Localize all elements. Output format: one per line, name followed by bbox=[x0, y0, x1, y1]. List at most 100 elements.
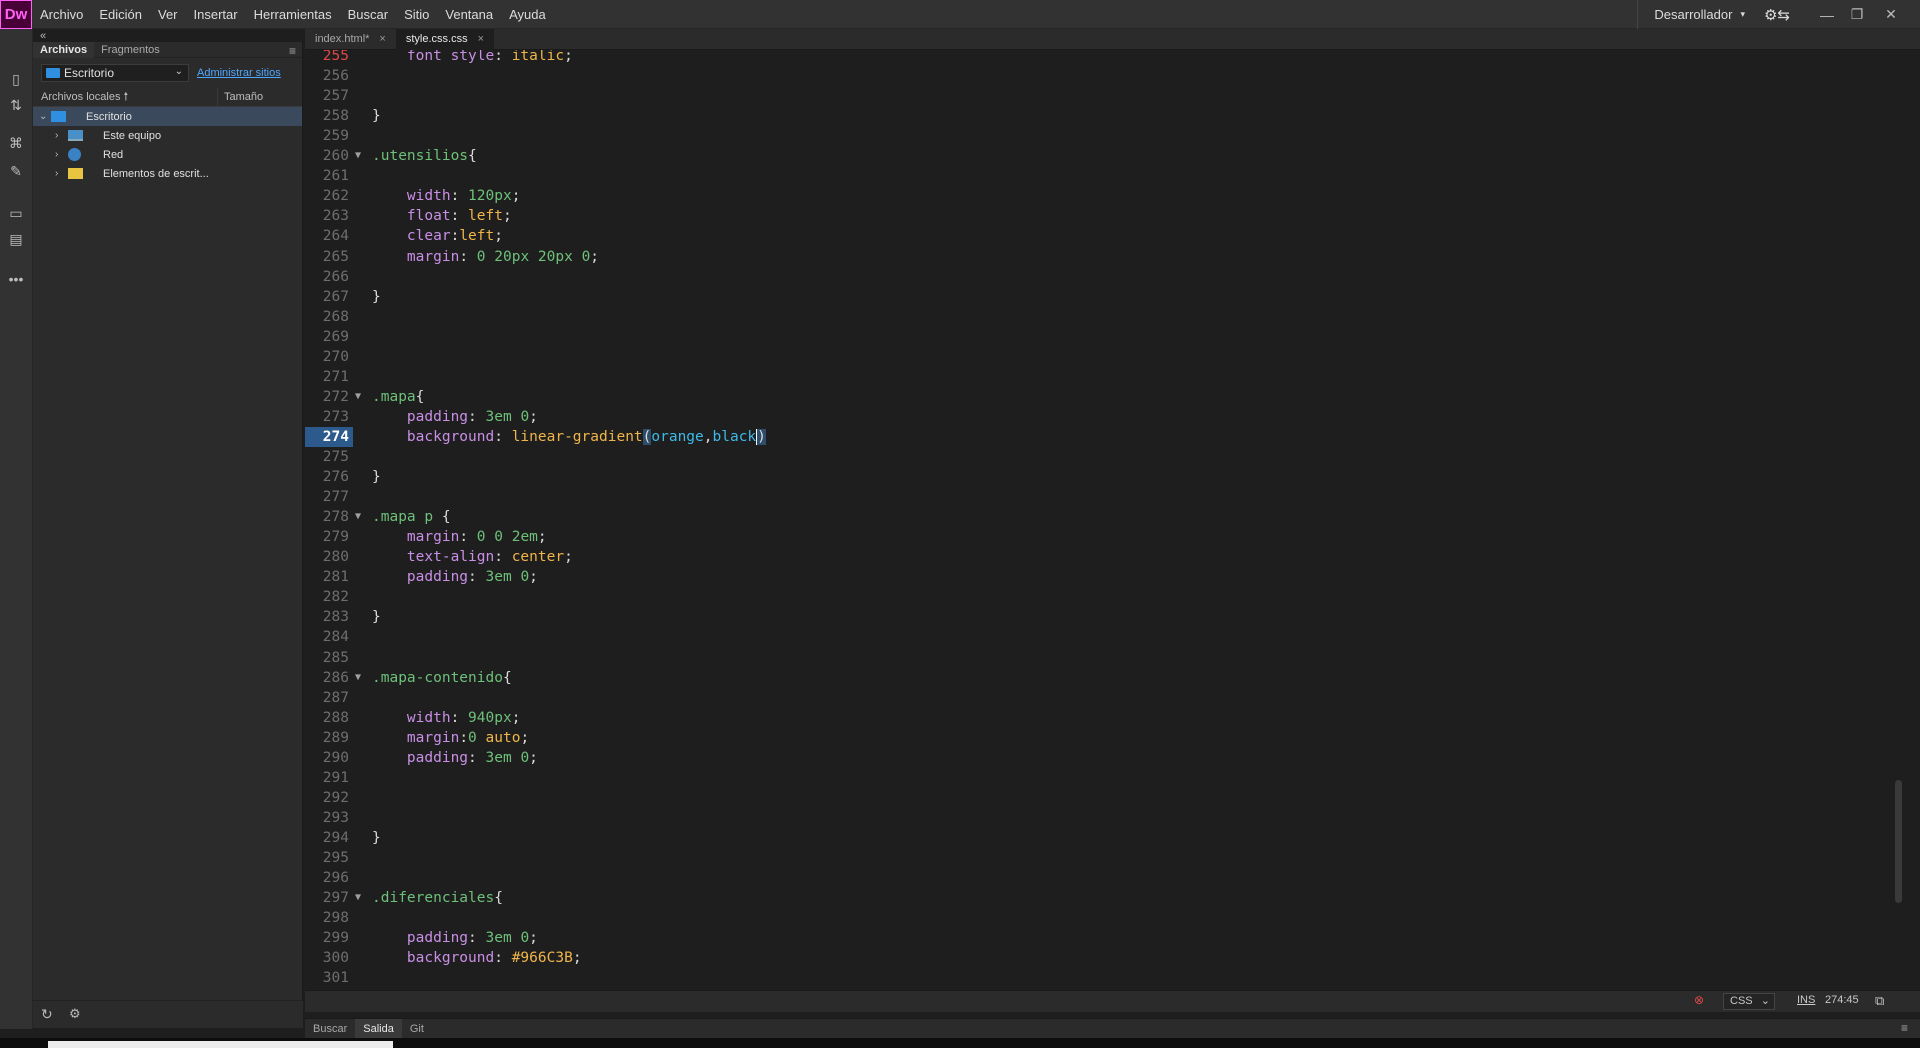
preview-icon[interactable]: ⧉ bbox=[1875, 993, 1884, 1009]
fold-toggle-icon[interactable]: ▼ bbox=[355, 507, 361, 527]
code-line[interactable]: 288 width: 940px; bbox=[305, 708, 1905, 728]
code-line[interactable]: 263 float: left; bbox=[305, 206, 1905, 226]
menu-archivo[interactable]: Archivo bbox=[32, 0, 91, 29]
code-line[interactable]: 290 padding: 3em 0; bbox=[305, 748, 1905, 768]
panel-menu-icon[interactable]: ≡ bbox=[1901, 1021, 1908, 1035]
code-line[interactable]: 293 bbox=[305, 808, 1905, 828]
close-icon[interactable]: ✕ bbox=[1876, 0, 1906, 29]
close-icon[interactable]: × bbox=[478, 29, 484, 50]
more-icon[interactable]: ••• bbox=[6, 269, 26, 289]
collapse-panel-icon[interactable]: « bbox=[40, 30, 46, 42]
language-select[interactable]: CSS ⌄ bbox=[1723, 993, 1775, 1010]
css-designer-icon[interactable]: ✎ bbox=[6, 161, 26, 181]
comments-icon[interactable]: ▭ bbox=[6, 203, 26, 223]
code-line[interactable]: 283} bbox=[305, 607, 1905, 627]
fold-toggle-icon[interactable]: ▼ bbox=[355, 888, 361, 908]
code-line[interactable]: 256 bbox=[305, 66, 1905, 86]
code-line[interactable]: 292 bbox=[305, 788, 1905, 808]
code-line[interactable]: 262 width: 120px; bbox=[305, 186, 1905, 206]
code-line[interactable]: 294} bbox=[305, 828, 1905, 848]
code-line[interactable]: 291 bbox=[305, 768, 1905, 788]
code-line[interactable]: 280 text-align: center; bbox=[305, 547, 1905, 567]
restore-icon[interactable]: ❐ bbox=[1842, 0, 1872, 29]
code-line[interactable]: 258} bbox=[305, 106, 1905, 126]
error-icon[interactable]: ⊗ bbox=[1694, 993, 1704, 1007]
menu-buscar[interactable]: Buscar bbox=[340, 0, 396, 29]
code-line[interactable]: 282 bbox=[305, 587, 1905, 607]
tree-item-este-equipo[interactable]: › Este equipo bbox=[33, 126, 302, 145]
tab-buscar[interactable]: Buscar bbox=[305, 1019, 355, 1039]
fold-toggle-icon[interactable]: ▼ bbox=[355, 146, 361, 166]
connect-icon[interactable]: ⚙ bbox=[69, 1006, 81, 1022]
insert-mode[interactable]: INS bbox=[1797, 994, 1815, 1006]
code-line[interactable]: 276} bbox=[305, 467, 1905, 487]
menu-ver[interactable]: Ver bbox=[150, 0, 186, 29]
properties-icon[interactable]: ▤ bbox=[6, 229, 26, 249]
code-line[interactable]: 269 bbox=[305, 327, 1905, 347]
menu-ventana[interactable]: Ventana bbox=[437, 0, 501, 29]
tree-item-elementos[interactable]: › Elementos de escrit... bbox=[33, 164, 302, 183]
code-line[interactable]: 273 padding: 3em 0; bbox=[305, 407, 1905, 427]
fold-toggle-icon[interactable]: ▼ bbox=[355, 668, 361, 688]
code-line[interactable]: 264 clear:left; bbox=[305, 226, 1905, 246]
code-line[interactable]: 284 bbox=[305, 627, 1905, 647]
code-line[interactable]: 261 bbox=[305, 166, 1905, 186]
code-line[interactable]: 299 padding: 3em 0; bbox=[305, 928, 1905, 948]
code-line[interactable]: 267} bbox=[305, 287, 1905, 307]
code-line[interactable]: 274 background: linear-gradient(orange,b… bbox=[305, 426, 1905, 447]
tab-fragmentos[interactable]: Fragmentos bbox=[94, 42, 167, 58]
code-line[interactable]: 289 margin:0 auto; bbox=[305, 728, 1905, 748]
tab-style-css[interactable]: style.css.css × bbox=[395, 29, 495, 50]
code-line[interactable]: 272 ▼ .mapa{ bbox=[305, 387, 1905, 407]
tab-archivos[interactable]: Archivos bbox=[33, 41, 95, 58]
menu-edicion[interactable]: Edición bbox=[91, 0, 150, 29]
menu-herramientas[interactable]: Herramientas bbox=[246, 0, 340, 29]
code-line[interactable]: 266 bbox=[305, 267, 1905, 287]
panel-menu-icon[interactable]: ≡ bbox=[289, 44, 296, 58]
code-line[interactable]: 277 bbox=[305, 487, 1905, 507]
tab-salida[interactable]: Salida bbox=[355, 1019, 402, 1039]
code-line[interactable]: 260 ▼ .utensilios{ bbox=[305, 146, 1905, 166]
dom-icon[interactable]: ⌘ bbox=[6, 133, 26, 153]
code-line[interactable]: 295 bbox=[305, 848, 1905, 868]
minimize-icon[interactable]: — bbox=[1812, 0, 1842, 29]
code-line[interactable]: 257 bbox=[305, 86, 1905, 106]
code-line[interactable]: 296 bbox=[305, 868, 1905, 888]
code-line[interactable]: 271 bbox=[305, 367, 1905, 387]
code-editor[interactable]: 255 font style: italic; 256 257 258} 259 260 ▼… bbox=[305, 50, 1905, 990]
close-icon[interactable]: × bbox=[379, 29, 385, 50]
menu-sitio[interactable]: Sitio bbox=[396, 0, 437, 29]
tab-git[interactable]: Git bbox=[402, 1019, 432, 1039]
workspace-switcher[interactable]: Desarrollador ▾ bbox=[1637, 0, 1745, 29]
code-line[interactable]: 275 bbox=[305, 447, 1905, 467]
menu-insertar[interactable]: Insertar bbox=[186, 0, 246, 29]
code-line[interactable]: 259 bbox=[305, 126, 1905, 146]
code-line[interactable]: 281 padding: 3em 0; bbox=[305, 567, 1905, 587]
code-line[interactable]: 278 ▼ .mapa p { bbox=[305, 507, 1905, 527]
manage-sites-link[interactable]: Administrar sitios bbox=[197, 67, 281, 79]
code-line[interactable]: 279 margin: 0 0 2em; bbox=[305, 527, 1905, 547]
fold-toggle-icon[interactable]: ▼ bbox=[355, 387, 361, 407]
tab-index-html[interactable]: index.html* × bbox=[305, 29, 396, 50]
code-line[interactable]: 300 background: #966C3B; bbox=[305, 948, 1905, 968]
code-line[interactable]: 286 ▼ .mapa-contenido{ bbox=[305, 668, 1905, 688]
refresh-icon[interactable]: ↻ bbox=[41, 1006, 53, 1023]
code-line[interactable]: 265 margin: 0 20px 20px 0; bbox=[305, 247, 1905, 267]
file-transfer-icon[interactable]: ⇅ bbox=[6, 95, 26, 115]
code-line[interactable]: 255 font style: italic; bbox=[305, 50, 1905, 66]
code-line[interactable]: 287 bbox=[305, 688, 1905, 708]
column-local-files[interactable]: Archivos locales 🠕 bbox=[33, 87, 218, 107]
code-line[interactable]: 301 bbox=[305, 968, 1905, 988]
sync-settings-icon[interactable]: ⚙⇆ bbox=[1764, 6, 1790, 24]
tree-item-red[interactable]: › Red bbox=[33, 145, 302, 164]
menu-ayuda[interactable]: Ayuda bbox=[501, 0, 554, 29]
code-line[interactable]: 270 bbox=[305, 347, 1905, 367]
code-line[interactable]: 268 bbox=[305, 307, 1905, 327]
site-select[interactable]: Escritorio ⌄ bbox=[41, 64, 189, 82]
chevron-right-icon[interactable]: › bbox=[55, 130, 58, 141]
document-icon[interactable]: ▯ bbox=[6, 69, 26, 89]
code-line[interactable]: 297 ▼ .diferenciales{ bbox=[305, 888, 1905, 908]
chevron-right-icon[interactable]: › bbox=[55, 168, 58, 179]
code-line[interactable]: 285 bbox=[305, 648, 1905, 668]
chevron-right-icon[interactable]: › bbox=[55, 149, 58, 160]
